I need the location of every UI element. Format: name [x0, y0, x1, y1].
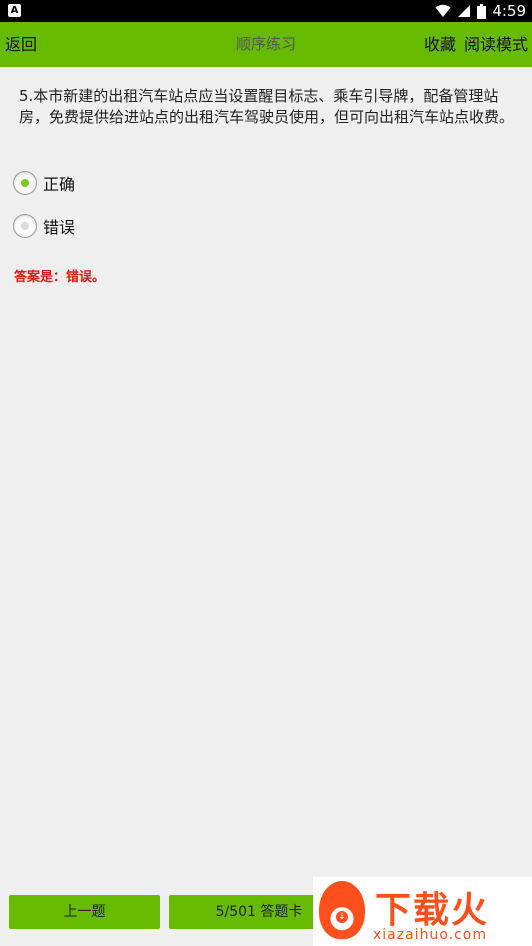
signal-icon — [458, 5, 471, 17]
option-label: 正确 — [43, 175, 76, 194]
app-bar: 返回 顺序练习 收藏 阅读模式 — [0, 22, 532, 67]
back-button[interactable]: 返回 — [5, 22, 37, 67]
wifi-icon — [435, 4, 451, 17]
status-icons: 4:59 — [435, 0, 526, 22]
watermark-domain: xiazaihuo.com — [373, 927, 487, 943]
clock: 4:59 — [492, 2, 526, 20]
watermark-brand: 下载火 — [375, 890, 490, 931]
option-wrong[interactable]: 错误 — [13, 213, 75, 239]
radio-unchecked-icon[interactable] — [13, 214, 37, 238]
notification-icon: A — [8, 4, 21, 17]
status-bar: A 4:59 — [0, 0, 532, 22]
flame-logo-icon: ↓ — [319, 881, 365, 939]
radio-checked-icon[interactable] — [13, 171, 37, 195]
answer-text: 答案是：错误。 — [14, 270, 106, 285]
previous-question-button[interactable]: 上一题 — [9, 895, 160, 929]
favorite-button[interactable]: 收藏 — [424, 22, 456, 67]
read-mode-button[interactable]: 阅读模式 — [464, 22, 528, 67]
option-correct[interactable]: 正确 — [13, 170, 75, 196]
battery-icon — [477, 3, 487, 19]
download-arrow-icon: ↓ — [336, 911, 348, 923]
option-label: 错误 — [43, 218, 76, 237]
watermark: ↓ 下载火 xiazaihuo.com — [313, 877, 532, 946]
question-text: 5.本市新建的出租汽车站点应当设置醒目标志、乘车引导牌，配备管理站房，免费提供给… — [19, 87, 515, 126]
